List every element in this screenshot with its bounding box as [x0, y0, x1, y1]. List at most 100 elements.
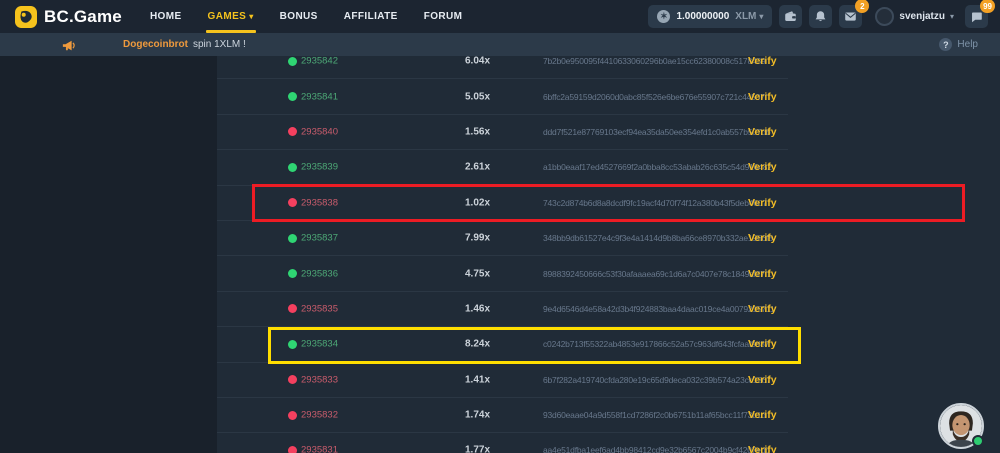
- table-row: 29358348.24xc0242b713f55322ab4853e917866…: [217, 327, 788, 362]
- online-status-dot: [972, 435, 984, 447]
- nav-item-label: AFFILIATE: [344, 11, 398, 22]
- announcement-highlight[interactable]: Dogecoinbrot: [123, 39, 188, 50]
- help-button[interactable]: ? Help: [939, 33, 978, 56]
- balance-amount: 1.00000000: [676, 11, 729, 22]
- verify-link[interactable]: Verify: [748, 56, 777, 67]
- chat-badge: 99: [980, 0, 995, 13]
- bet-id: 2935839: [301, 162, 338, 173]
- table-row: 2935842 6.04x 7b2b0e950095f4410633060296b0…: [217, 56, 788, 79]
- currency-label: XLM: [735, 11, 756, 22]
- megaphone-icon: [62, 38, 76, 56]
- messages-button[interactable]: 2: [839, 5, 862, 28]
- bet-id: 2935836: [301, 268, 338, 279]
- table-row: 2935836 4.75x 8988392450666c53f30afaaaea69…: [217, 256, 788, 291]
- verify-link[interactable]: Verify: [748, 374, 777, 386]
- table-row: 29358351.46x9e4d6546d4e58a42d3b4f924883b…: [217, 292, 788, 327]
- bet-hash: ddd7f521e87769103ecf94ea35da50ee354efd1c…: [543, 127, 770, 137]
- multiplier: 4.75x: [465, 268, 490, 279]
- chevron-down-icon: ▾: [759, 12, 763, 21]
- bet-hash: a1bb0eaaf17ed4527669f2a0bba8cc53abab26c6…: [543, 162, 772, 172]
- wallet-button[interactable]: [779, 5, 802, 28]
- result-dot: [288, 92, 297, 101]
- result-dot: [288, 57, 297, 66]
- verify-link[interactable]: Verify: [748, 197, 777, 209]
- result-dot: [288, 304, 297, 313]
- bet-id: 2935834: [301, 339, 338, 350]
- bet-hash: 8988392450666c53f30afaaaea69c1d6a7c0407e…: [543, 269, 772, 279]
- chat-button[interactable]: 99: [965, 5, 988, 28]
- nav-item-home[interactable]: HOME: [150, 0, 182, 33]
- wallet-icon: [784, 10, 797, 23]
- user-menu[interactable]: svenjatzu ▾: [875, 7, 954, 26]
- result-dot: [288, 234, 297, 243]
- result-dot: [288, 127, 297, 136]
- messages-badge: 2: [855, 0, 869, 13]
- bet-hash: 348bb9db61527e4c9f3e4a1414d9b8ba66ce8970…: [543, 233, 773, 243]
- bet-hash: c0242b713f55322ab4853e917866c52a57c963df…: [543, 339, 769, 349]
- bet-hash: 93d60eaae04a9d558f1cd7286f2c0b6751b11af6…: [543, 410, 766, 420]
- nav-item-label: FORUM: [424, 11, 463, 22]
- table-row: 29358331.41x6b7f282a419740cfda280e19c65d…: [217, 363, 788, 398]
- bet-id: 2935841: [301, 91, 338, 102]
- multiplier: 7.99x: [465, 233, 490, 244]
- nav-left: BC.Game HOME GAMES▾ BONUS AFFILIATE FORUM: [15, 0, 462, 33]
- verify-link[interactable]: Verify: [748, 303, 777, 315]
- verify-link[interactable]: Verify: [748, 409, 777, 421]
- nav-item-label: HOME: [150, 11, 182, 22]
- bell-icon: [814, 10, 827, 23]
- multiplier: 1.74x: [465, 410, 490, 421]
- help-label: Help: [957, 39, 978, 50]
- currency-selector[interactable]: XLM ▾: [735, 11, 763, 22]
- result-dot: [288, 269, 297, 278]
- verify-link[interactable]: Verify: [748, 126, 777, 138]
- notifications-button[interactable]: [809, 5, 832, 28]
- table-row: 29358401.56xddd7f521e87769103ecf94ea35da…: [217, 115, 788, 150]
- bc-game-logo-icon[interactable]: [15, 6, 37, 28]
- table-row: 29358321.74x93d60eaae04a9d558f1cd7286f2c…: [217, 398, 788, 433]
- table-row: 29358392.61xa1bb0eaaf17ed4527669f2a0bba8…: [217, 150, 788, 185]
- bet-id: 2935835: [301, 303, 338, 314]
- table-row: 29358381.02x743c2d874b6d8a8dcdf9fc19acf4…: [217, 186, 788, 221]
- bc-game-app: BC.Game HOMEGAMES▾BONUSAFFILIATEFORUM ✶ …: [0, 0, 1000, 453]
- bet-hash: 6b7f282a419740cfda280e19c65d9deca032c39b…: [543, 375, 771, 385]
- multiplier: 6.04x: [465, 56, 490, 67]
- result-dot: [288, 163, 297, 172]
- multiplier: 1.77x: [465, 445, 490, 453]
- bet-hash: 9e4d6546d4e58a42d3b4f924883baa4daac019ce…: [543, 304, 774, 314]
- multiplier: 1.56x: [465, 126, 490, 137]
- nav-item-forum[interactable]: FORUM: [424, 0, 463, 33]
- verify-link[interactable]: Verify: [748, 338, 777, 350]
- bet-id: 2935833: [301, 374, 338, 385]
- bets-table: 2935842 6.04x 7b2b0e950095f4410633060296b0…: [217, 56, 788, 453]
- announcement-text: spin 1XLM !: [193, 39, 246, 50]
- table-row: 29358377.99x348bb9db61527e4c9f3e4a1414d9…: [217, 221, 788, 256]
- user-avatar: [875, 7, 894, 26]
- nav-item-label: BONUS: [280, 11, 318, 22]
- result-dot: [288, 446, 297, 453]
- fairness-panel: 2935842 6.04x 7b2b0e950095f4410633060296b0…: [217, 56, 1000, 453]
- balance-pill[interactable]: ✶ 1.00000000 XLM ▾: [648, 5, 772, 28]
- profile-avatar[interactable]: [938, 403, 984, 449]
- nav-item-games[interactable]: GAMES▾: [208, 0, 254, 33]
- mail-icon: [844, 10, 857, 23]
- verify-link[interactable]: Verify: [748, 232, 777, 244]
- verify-link[interactable]: Verify: [748, 268, 777, 280]
- chevron-down-icon: ▾: [249, 12, 253, 21]
- chat-icon: [970, 10, 983, 23]
- verify-link[interactable]: Verify: [748, 91, 777, 103]
- verify-link[interactable]: Verify: [748, 444, 777, 453]
- nav-item-label: GAMES: [208, 11, 247, 22]
- announcement-bar: Dogecoinbrot spin 1XLM ! ? Help: [0, 33, 1000, 56]
- bet-hash: 7b2b0e950095f4410633060296b0ae15cc623800…: [543, 56, 766, 66]
- bet-id: 2935831: [301, 445, 338, 453]
- nav-item-affiliate[interactable]: AFFILIATE: [344, 0, 398, 33]
- result-dot: [288, 198, 297, 207]
- nav-right: ✶ 1.00000000 XLM ▾: [648, 5, 988, 28]
- table-row: 29358311.77xaa4e51dfba1eef6ad4bb98412cd9…: [217, 433, 788, 453]
- main-nav: HOME GAMES▾ BONUS AFFILIATE FORUM: [150, 0, 462, 33]
- table-row: 29358415.05x6bffc2a59159d2060d0abc85f526…: [217, 79, 788, 114]
- verify-link[interactable]: Verify: [748, 161, 777, 173]
- brand-title[interactable]: BC.Game: [44, 7, 122, 27]
- nav-item-bonus[interactable]: BONUS: [280, 0, 318, 33]
- bet-id: 2935842: [301, 56, 338, 67]
